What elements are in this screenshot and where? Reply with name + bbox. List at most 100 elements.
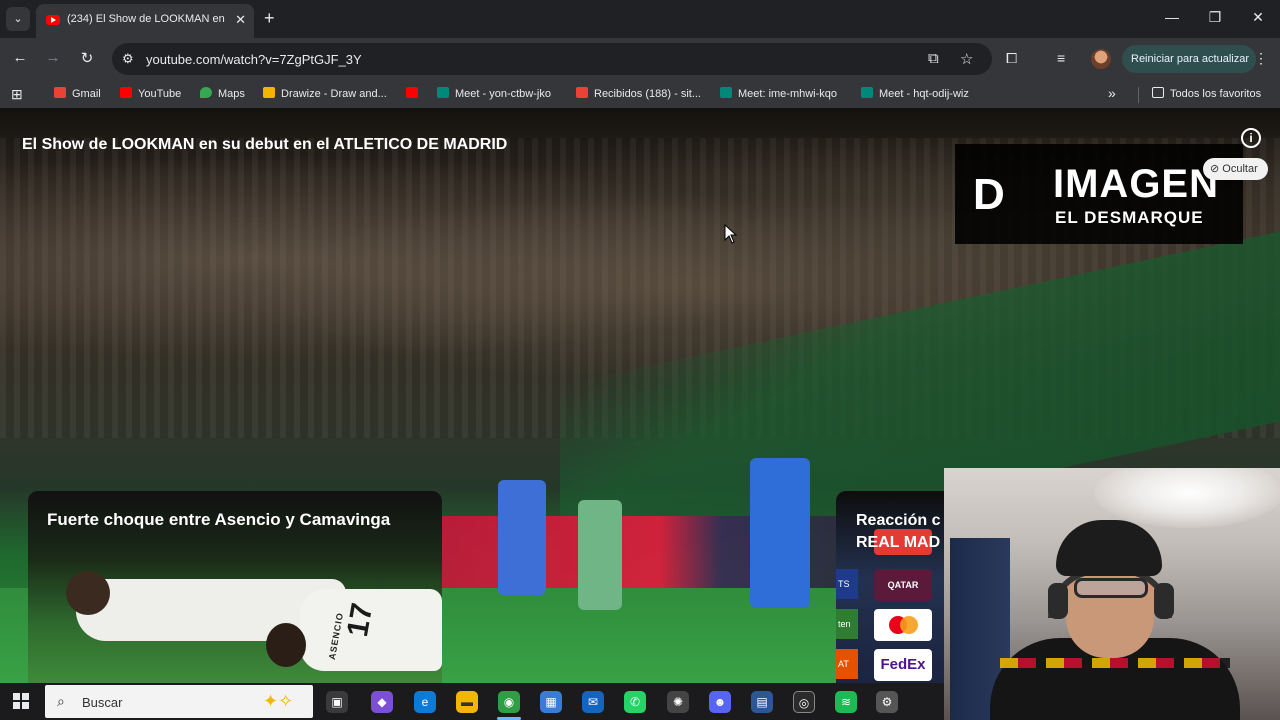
all-bookmarks-folder[interactable]: Todos los favoritos: [1152, 87, 1261, 100]
bookmarks-divider: [1138, 87, 1139, 103]
meet-icon: [861, 87, 873, 98]
folder-icon: [1152, 87, 1164, 98]
new-tab-button[interactable]: +: [264, 8, 275, 28]
close-tab-icon[interactable]: ✕: [235, 12, 246, 28]
watermark-logo: D: [973, 170, 1005, 219]
gmail-icon: [576, 87, 588, 98]
chatgpt-icon[interactable]: ✺: [667, 691, 689, 713]
url-text[interactable]: youtube.com/watch?v=7ZgPtGJF_3Y: [146, 52, 362, 67]
site-info-icon[interactable]: ⚙: [122, 51, 134, 67]
bookmarks-overflow-icon[interactable]: »: [1108, 85, 1116, 101]
sponsor-fragment: ten: [836, 609, 858, 639]
end-screen-video-1[interactable]: 17 ASENCIO Fuerte choque entre Asencio y…: [28, 491, 442, 683]
eye-off-icon: ⊘: [1210, 163, 1223, 175]
outlook-icon[interactable]: ✉: [582, 691, 604, 713]
info-icon[interactable]: i: [1241, 128, 1261, 148]
webcam-shirt-stripe: [1000, 658, 1230, 668]
video-player-figure: [498, 480, 546, 595]
sponsor-fragment: AT: [836, 649, 858, 679]
bookmark-star-icon[interactable]: ☆: [960, 50, 973, 68]
video-title[interactable]: El Show de LOOKMAN en su debut en el ATL…: [22, 136, 507, 154]
webcam-headset-ear: [1154, 583, 1174, 619]
sparkle-icon: ✦✧: [263, 691, 294, 711]
jersey-number: 17: [341, 600, 380, 640]
bookmark-meet-2[interactable]: Meet: ime-mhwi-kqo: [720, 87, 837, 100]
youtube-icon: [406, 87, 418, 98]
tab-youtube[interactable]: (234) El Show de LOOKMAN en su debut en …: [36, 4, 254, 38]
update-button[interactable]: Reiniciar para actualizar: [1122, 45, 1256, 73]
video-player-figure: [750, 458, 810, 608]
bookmark-drawize[interactable]: Drawize - Draw and...: [263, 87, 387, 100]
reload-icon[interactable]: ↻: [77, 49, 97, 67]
hide-button[interactable]: ⊘ Ocultar: [1203, 158, 1268, 180]
extensions-icon[interactable]: ⧠: [1006, 50, 1017, 67]
apps-grid-icon[interactable]: ⊞: [11, 86, 23, 103]
sponsor-fedex: FedEx: [874, 649, 932, 681]
maps-icon: [200, 87, 212, 98]
minimize-button[interactable]: —: [1162, 9, 1182, 25]
watermark-title: IMAGEN: [1053, 162, 1219, 206]
meet-icon: [720, 87, 732, 98]
back-icon[interactable]: ←: [10, 49, 30, 66]
file-explorer-icon[interactable]: ▬: [456, 691, 478, 713]
restore-button[interactable]: ❐: [1205, 9, 1225, 26]
drawize-icon: [263, 87, 275, 98]
sponsor-fragment: TS: [836, 569, 858, 599]
media-controls-icon[interactable]: ≡: [1057, 50, 1065, 66]
window-close-button[interactable]: ✕: [1248, 9, 1268, 26]
profile-avatar[interactable]: [1091, 49, 1111, 69]
tab-title: (234) El Show de LOOKMAN en su debut en …: [67, 13, 225, 25]
search-placeholder: Buscar: [82, 695, 123, 710]
teams-icon[interactable]: ▤: [751, 691, 773, 713]
taskbar-search[interactable]: ⌕ Buscar ✦✧: [45, 685, 313, 718]
search-icon: ⌕: [57, 693, 65, 709]
tab-search-button[interactable]: ⌄: [6, 7, 30, 31]
bookmark-recibidos[interactable]: Recibidos (188) - sit...: [576, 87, 701, 100]
end-screen-video-2[interactable]: TS ten AT QATAR AIRWAYS FedEx Reacción c…: [836, 491, 944, 683]
bookmark-maps[interactable]: Maps: [200, 87, 245, 100]
thumbnail-player-head: [266, 623, 306, 667]
mouse-cursor-icon: [724, 224, 738, 244]
edge-icon[interactable]: e: [414, 691, 436, 713]
bookmarks-bar: ⊞ Gmail YouTube Maps Drawize - Draw and.…: [0, 80, 1280, 108]
youtube-icon: [120, 87, 132, 98]
bookmark-meet-3[interactable]: Meet - hqt-odij-wiz: [861, 87, 969, 100]
video-player-figure: [578, 500, 622, 610]
bookmark-youtube[interactable]: YouTube: [120, 87, 181, 100]
copilot-icon[interactable]: ◆: [371, 691, 393, 713]
windows-start-icon[interactable]: [13, 693, 29, 709]
install-app-icon[interactable]: ⧉: [928, 50, 939, 67]
chrome-icon[interactable]: ◉: [498, 691, 520, 713]
tab-strip: ⌄ (234) El Show de LOOKMAN en su debut e…: [0, 0, 1280, 38]
spotify-icon[interactable]: ≋: [835, 691, 857, 713]
gmail-icon: [54, 87, 66, 98]
youtube-icon: [46, 15, 60, 25]
thumbnail-player-head: [66, 571, 110, 615]
store-icon[interactable]: ▦: [540, 691, 562, 713]
screen: ⌄ (234) El Show de LOOKMAN en su debut e…: [0, 0, 1280, 720]
whatsapp-icon[interactable]: ✆: [624, 691, 646, 713]
mastercard-logo: [874, 609, 932, 641]
settings-icon[interactable]: ⚙: [876, 691, 898, 713]
bookmark-gmail[interactable]: Gmail: [54, 87, 101, 100]
forward-icon[interactable]: →: [43, 49, 63, 66]
webcam-glasses: [1074, 578, 1148, 598]
channel-watermark[interactable]: D IMAGEN EL DESMARQUE: [955, 144, 1243, 244]
end-screen-title: Fuerte choque entre Asencio y Camavinga: [47, 510, 391, 529]
webcam-overlay: [944, 468, 1280, 720]
bookmark-youtube-2[interactable]: [406, 87, 424, 100]
sponsor-qatar: QATAR AIRWAYS: [874, 569, 932, 622]
webcam-headset-ear: [1048, 583, 1068, 619]
task-view-icon[interactable]: ▣: [326, 691, 348, 713]
windows-taskbar: ⌕ Buscar ✦✧ ▣ ◆ e ▬ ◉ ▦ ✉ ✆ ✺ ☻ ▤ ◎ ≋ ⚙: [0, 683, 944, 720]
webcam-ceiling-light: [1094, 468, 1280, 528]
menu-icon[interactable]: ⋮: [1254, 50, 1268, 67]
discord-icon[interactable]: ☻: [709, 691, 731, 713]
bookmark-meet-1[interactable]: Meet - yon-ctbw-jko: [437, 87, 551, 100]
browser-toolbar: ← → ↻ ⚙ youtube.com/watch?v=7ZgPtGJF_3Y …: [0, 38, 1280, 80]
address-bar[interactable]: ⚙ youtube.com/watch?v=7ZgPtGJF_3Y ⧉ ☆: [112, 43, 992, 75]
meet-icon: [437, 87, 449, 98]
end-screen-title: Reacción c REAL MAD: [856, 512, 941, 551]
webcam-cap: [1056, 520, 1162, 576]
obs-icon[interactable]: ◎: [793, 691, 815, 713]
